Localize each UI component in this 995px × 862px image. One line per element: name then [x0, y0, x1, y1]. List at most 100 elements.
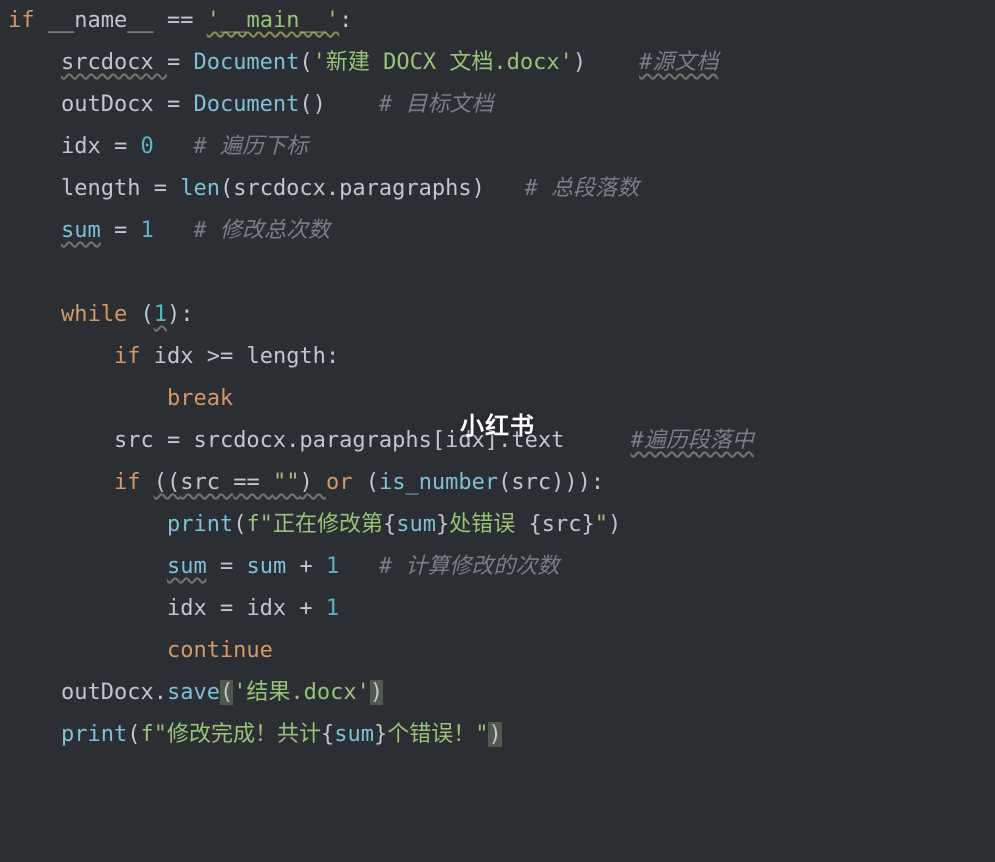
code-line[interactable]: src = srcdocx.paragraphs[idx].text #遍历段落… — [8, 420, 987, 462]
code-token: ( — [233, 512, 246, 537]
code-line[interactable]: while (1): — [8, 294, 987, 336]
code-line[interactable]: idx = 0 # 遍历下标 — [8, 126, 987, 168]
code-line[interactable]: if ((src == "") or (is_number(src))): — [8, 462, 987, 504]
code-token: src — [511, 470, 551, 495]
code-line[interactable]: print(f"正在修改第{sum}处错误 {src}") — [8, 504, 987, 546]
code-token: ( — [366, 470, 379, 495]
code-token: srcdocx — [61, 50, 167, 75]
code-line[interactable]: outDocx.save('结果.docx') — [8, 672, 987, 714]
code-line[interactable]: if idx >= length: — [8, 336, 987, 378]
code-token: = — [167, 92, 194, 117]
code-token: # 目标文档 — [379, 92, 494, 117]
code-token: == — [167, 8, 207, 33]
code-token: 1 — [326, 554, 339, 579]
code-token: . — [498, 428, 511, 453]
code-token: } — [374, 722, 387, 747]
code-token: '结果.docx' — [233, 680, 370, 705]
code-token: 1 — [140, 218, 153, 243]
code-token: Document — [193, 92, 299, 117]
code-token: () — [299, 92, 326, 117]
code-token: = — [114, 218, 141, 243]
code-token: = — [220, 554, 247, 579]
code-token: 0 — [140, 134, 153, 159]
code-token: 1 — [326, 596, 339, 621]
code-token — [154, 218, 194, 243]
code-token: sum — [396, 512, 436, 537]
code-token: 1 — [154, 302, 167, 327]
code-token: 正在修改第 — [273, 512, 383, 537]
code-line[interactable]: outDocx = Document() # 目标文档 — [8, 84, 987, 126]
code-token: # 修改总次数 — [193, 218, 330, 243]
code-token: len — [180, 176, 220, 201]
code-token: "" — [273, 470, 300, 495]
code-token: { — [528, 512, 541, 537]
code-token: sum — [61, 218, 101, 243]
code-token: #遍历段落中 — [631, 428, 754, 453]
code-line[interactable]: break — [8, 378, 987, 420]
code-token: # 总段落数 — [525, 176, 640, 201]
code-token: paragraphs — [299, 428, 431, 453]
code-token: } — [436, 512, 449, 537]
code-token: ( — [127, 722, 140, 747]
code-token: is_number — [379, 470, 498, 495]
code-token: = — [220, 596, 247, 621]
code-token — [154, 134, 194, 159]
code-token: break — [167, 386, 233, 411]
code-token: or — [326, 470, 366, 495]
code-token: ) — [608, 512, 621, 537]
code-token — [564, 428, 630, 453]
code-token: if — [114, 344, 154, 369]
code-token: idx — [167, 596, 220, 621]
code-token: sum — [246, 554, 299, 579]
code-token: ] — [485, 428, 498, 453]
code-line[interactable]: print(f"修改完成！共计{sum}个错误！") — [8, 714, 987, 756]
code-token: # 遍历下标 — [193, 134, 308, 159]
code-token: ) — [573, 50, 586, 75]
code-token: (( — [154, 470, 181, 495]
code-token: ) — [370, 680, 383, 705]
code-token: ) — [472, 176, 485, 201]
code-token: : — [339, 8, 352, 33]
code-line[interactable]: srcdocx = Document('新建 DOCX 文档.docx') #源… — [8, 42, 987, 84]
code-token: ( — [299, 50, 312, 75]
code-token: ( — [220, 176, 233, 201]
code-token: length — [61, 176, 154, 201]
code-token: Document — [193, 50, 299, 75]
code-token: f" — [246, 512, 273, 537]
code-token: : — [180, 302, 193, 327]
code-token: ))) — [551, 470, 591, 495]
code-token: >= — [207, 344, 247, 369]
code-token: if — [114, 470, 154, 495]
code-line[interactable]: sum = 1 # 修改总次数 — [8, 210, 987, 252]
code-token: srcdocx — [193, 428, 286, 453]
code-token: = — [167, 50, 194, 75]
code-token: == — [233, 470, 273, 495]
code-token: . — [154, 680, 167, 705]
code-token: while — [61, 302, 140, 327]
code-token: : — [591, 470, 604, 495]
code-token: if — [8, 8, 48, 33]
code-token: + — [299, 596, 326, 621]
code-line[interactable]: sum = sum + 1 # 计算修改的次数 — [8, 546, 987, 588]
code-token: __name__ — [48, 8, 167, 33]
code-editor[interactable]: if __name__ == '__main__': srcdocx = Doc… — [0, 0, 995, 756]
code-token: text — [511, 428, 564, 453]
code-token: idx — [445, 428, 485, 453]
code-token: sum — [167, 554, 207, 579]
code-line[interactable]: idx = idx + 1 — [8, 588, 987, 630]
code-token — [101, 218, 114, 243]
code-token: . — [286, 428, 299, 453]
code-token: 个错误！" — [387, 722, 488, 747]
code-token: ( — [498, 470, 511, 495]
code-token: srcdocx — [233, 176, 326, 201]
code-line[interactable] — [8, 252, 987, 294]
code-token: outDocx — [61, 92, 167, 117]
code-token: idx — [246, 596, 299, 621]
code-line[interactable]: length = len(srcdocx.paragraphs) # 总段落数 — [8, 168, 987, 210]
code-token: ( — [220, 680, 233, 705]
code-line[interactable]: continue — [8, 630, 987, 672]
code-token: save — [167, 680, 220, 705]
code-token: print — [61, 722, 127, 747]
code-line[interactable]: if __name__ == '__main__': — [8, 0, 987, 42]
code-token — [326, 92, 379, 117]
